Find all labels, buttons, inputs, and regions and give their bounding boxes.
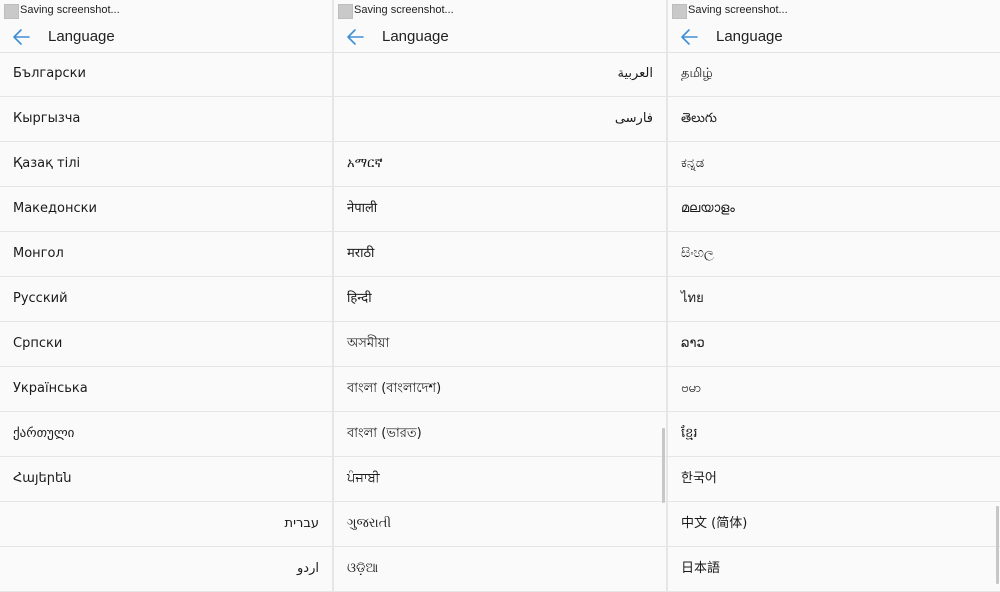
language-item-label: हिन्दी	[347, 291, 372, 306]
language-item-label: ไทย	[681, 291, 704, 306]
language-item-label: ਪੰਜਾਬੀ	[347, 471, 380, 486]
language-screen-2: Saving screenshot... Language العربية فار…	[334, 0, 666, 592]
language-item-label: العربية	[617, 66, 653, 81]
language-item[interactable]: العربية	[334, 52, 666, 97]
language-item[interactable]: አማርኛ	[334, 142, 666, 187]
language-item[interactable]: Српски	[0, 322, 332, 367]
language-item[interactable]: ລາວ	[668, 322, 1000, 367]
language-item[interactable]: नेपाली	[334, 187, 666, 232]
language-item-label: ဗမာ	[681, 381, 702, 396]
language-item[interactable]: اردو	[0, 547, 332, 592]
language-item[interactable]: ગુજરાતી	[334, 502, 666, 547]
language-item-label: 日本語	[681, 561, 721, 576]
language-item-label: اردو	[297, 561, 319, 576]
language-item-label: ಕನ್ನಡ	[681, 156, 705, 171]
language-item[interactable]: தமிழ்	[668, 52, 1000, 97]
language-item[interactable]: Русский	[0, 277, 332, 322]
arrow-left-icon[interactable]	[10, 26, 32, 48]
scrollbar[interactable]	[662, 428, 665, 503]
language-item[interactable]: Українська	[0, 367, 332, 412]
language-item[interactable]: ខ្មែរ	[668, 412, 1000, 457]
language-item[interactable]: ಕನ್ನಡ	[668, 142, 1000, 187]
toolbar: Language	[0, 22, 332, 53]
language-item-label: অসমীয়া	[347, 336, 390, 351]
status-bar: Saving screenshot...	[668, 0, 1000, 22]
language-item[interactable]: Қазақ тілі	[0, 142, 332, 187]
language-item[interactable]: ਪੰਜਾਬੀ	[334, 457, 666, 502]
screenshot-thumbnail-icon	[672, 4, 687, 19]
language-item-label: 한국어	[681, 471, 717, 486]
language-item[interactable]: हिन्दी	[334, 277, 666, 322]
status-bar: Saving screenshot...	[0, 0, 332, 22]
language-item[interactable]: فارسی	[334, 97, 666, 142]
language-item[interactable]: മലയാളം	[668, 187, 1000, 232]
language-item[interactable]: Български	[0, 52, 332, 97]
status-text: Saving screenshot...	[688, 4, 788, 16]
language-item-label: 中文 (简体)	[681, 516, 748, 531]
language-item[interactable]: বাংলা (বাংলাদেশ)	[334, 367, 666, 412]
language-item-label: नेपाली	[347, 201, 378, 216]
language-screen-3: Saving screenshot... Language தமிழ் తెలుగ…	[668, 0, 1000, 592]
status-bar: Saving screenshot...	[334, 0, 666, 22]
language-item[interactable]: मराठी	[334, 232, 666, 277]
language-item-label: मराठी	[347, 246, 375, 261]
language-item[interactable]: ქართული	[0, 412, 332, 457]
language-list: தமிழ் తెలుగు ಕನ್ನಡ മലയാളം සිංහල ไทย ລາວ ဗမာ ខ្មែ…	[668, 52, 1000, 592]
screenshot-thumbnail-icon	[338, 4, 353, 19]
language-item-label: فارسی	[614, 111, 653, 126]
language-item[interactable]: 한국어	[668, 457, 1000, 502]
language-item[interactable]: 中文 (简体)	[668, 502, 1000, 547]
language-list: Български Кыргызча Қазақ тілі Македонски Мон…	[0, 52, 332, 592]
language-item-label: Македонски	[13, 201, 97, 216]
page-title: Language	[382, 28, 449, 45]
language-item-label: ગુજરાતી	[347, 516, 392, 531]
language-item-label: ଓଡ଼ିଆ	[347, 561, 379, 576]
language-item[interactable]: తెలుగు	[668, 97, 1000, 142]
language-item-label: Монгол	[13, 246, 64, 261]
toolbar: Language	[334, 22, 666, 53]
language-item[interactable]: Кыргызча	[0, 97, 332, 142]
language-item[interactable]: Հայերեն	[0, 457, 332, 502]
language-item-label: Українська	[13, 381, 88, 396]
language-item-label: עברית	[284, 516, 319, 531]
language-item-label: বাংলা (ভারত)	[347, 426, 422, 441]
language-item-label: മലയാളം	[681, 201, 735, 216]
status-text: Saving screenshot...	[20, 4, 120, 16]
language-item-label: ខ្មែរ	[681, 426, 698, 441]
language-screen-1: Saving screenshot... Language Български К…	[0, 0, 332, 592]
language-item[interactable]: සිංහල	[668, 232, 1000, 277]
language-item[interactable]: বাংলা (ভারত)	[334, 412, 666, 457]
arrow-left-icon[interactable]	[344, 26, 366, 48]
language-item-label: Հայերեն	[13, 471, 72, 486]
language-item[interactable]: অসমীয়া	[334, 322, 666, 367]
language-item-label: বাংলা (বাংলাদেশ)	[347, 381, 442, 396]
language-item[interactable]: ଓଡ଼ିଆ	[334, 547, 666, 592]
language-item[interactable]: ဗမာ	[668, 367, 1000, 412]
language-list: العربية فارسی አማርኛ नेपाली मराठी हिन्दी অসমীয়া…	[334, 52, 666, 592]
screenshot-thumbnail-icon	[4, 4, 19, 19]
language-item-label: ລາວ	[681, 336, 705, 351]
language-item-label: Кыргызча	[13, 111, 81, 126]
language-item[interactable]: Монгол	[0, 232, 332, 277]
language-item-label: Српски	[13, 336, 63, 351]
language-item-label: Русский	[13, 291, 68, 306]
language-item-label: ქართული	[13, 426, 75, 441]
language-item[interactable]: Македонски	[0, 187, 332, 232]
scrollbar[interactable]	[996, 506, 999, 584]
toolbar: Language	[668, 22, 1000, 53]
language-item-label: አማርኛ	[347, 156, 383, 171]
language-item-label: Български	[13, 66, 86, 81]
language-item[interactable]: 日本語	[668, 547, 1000, 592]
language-item-label: தமிழ்	[681, 66, 713, 81]
arrow-left-icon[interactable]	[678, 26, 700, 48]
language-item[interactable]: ไทย	[668, 277, 1000, 322]
language-item-label: తెలుగు	[681, 111, 717, 126]
language-item[interactable]: עברית	[0, 502, 332, 547]
page-title: Language	[716, 28, 783, 45]
status-text: Saving screenshot...	[354, 4, 454, 16]
language-item-label: සිංහල	[681, 246, 714, 261]
page-title: Language	[48, 28, 115, 45]
language-item-label: Қазақ тілі	[13, 156, 81, 171]
